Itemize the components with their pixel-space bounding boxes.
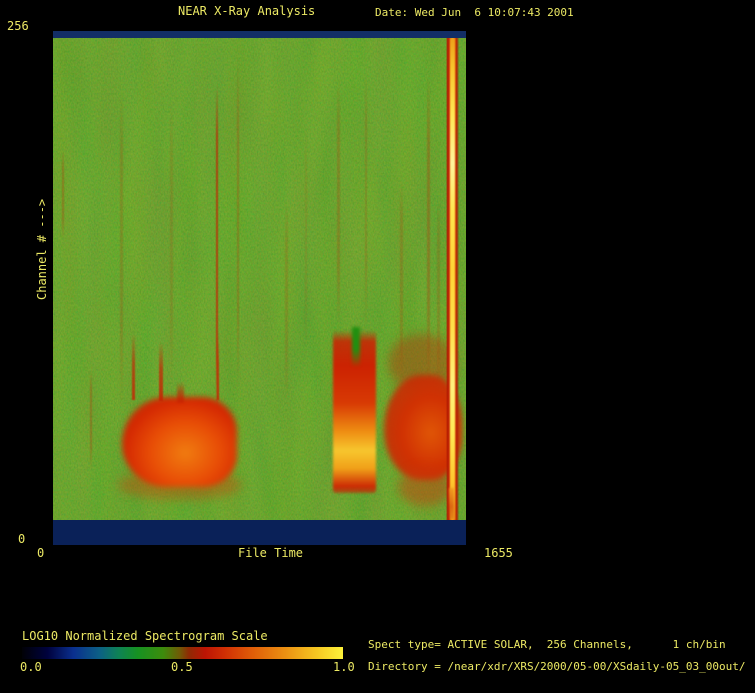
colorbar-title: LOG10 Normalized Spectrogram Scale — [22, 629, 268, 643]
streak — [169, 99, 173, 380]
date-label: Date: Wed Jun 6 10:07:43 2001 — [375, 6, 574, 19]
x-axis-title: File Time — [238, 546, 304, 560]
streak — [304, 119, 308, 350]
spect-type-text: Spect type= ACTIVE SOLAR, 256 Channels, … — [368, 638, 726, 651]
event1-spike — [159, 341, 164, 402]
streak — [364, 70, 368, 331]
event1-spike — [176, 382, 184, 403]
colorbar-tick-max: 1.0 — [333, 660, 355, 674]
page-title: NEAR X-Ray Analysis — [178, 4, 316, 18]
streak — [337, 79, 340, 330]
x-axis-min-label: 0 — [37, 546, 45, 560]
streak — [237, 59, 240, 390]
colorbar — [22, 647, 343, 659]
saturated-stripe-tail — [449, 488, 455, 520]
event1-spike — [216, 333, 220, 401]
band-bottom — [53, 519, 466, 545]
streak — [62, 150, 65, 241]
y-axis-min-label: 0 — [18, 532, 26, 546]
colorbar-tick-min: 0.0 — [20, 660, 42, 674]
event3-lower — [397, 467, 452, 507]
streak — [90, 369, 93, 470]
event2-notch — [351, 326, 360, 367]
spectrogram-features — [53, 31, 466, 545]
event1-spike — [131, 333, 135, 401]
y-axis-max-label: 256 — [7, 19, 29, 33]
spectrogram-plot — [53, 31, 466, 545]
streak — [119, 90, 123, 411]
y-axis-title: Channel # ---> — [35, 198, 49, 300]
band-top — [53, 31, 466, 39]
directory-text: Directory = /near/xdr/XRS/2000/05-00/XSd… — [368, 660, 746, 673]
streak — [285, 200, 288, 401]
near-xray-analysis-window: { "window": { "bg": "#000000", "text_col… — [0, 0, 755, 693]
event1-blob — [121, 396, 237, 487]
colorbar-tick-mid: 0.5 — [171, 660, 193, 674]
x-axis-max-label: 1655 — [484, 546, 513, 560]
saturated-stripe-core — [449, 38, 456, 520]
